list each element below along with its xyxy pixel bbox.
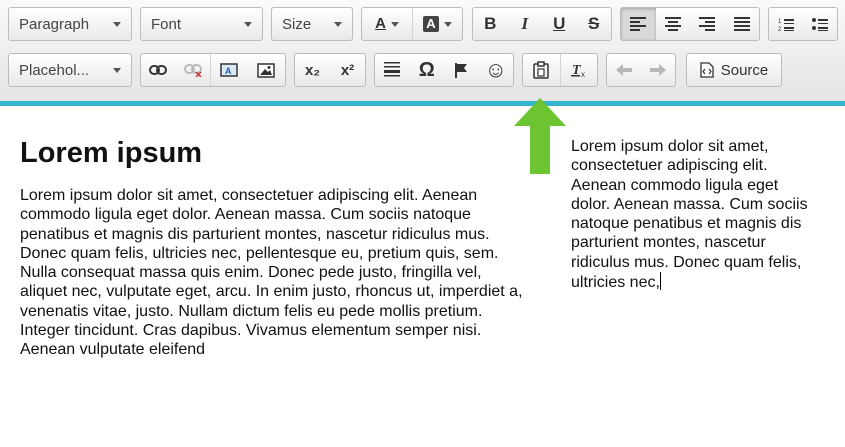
placeholder-label: Placehol... [19, 61, 90, 79]
unlink-button[interactable] [176, 54, 211, 86]
bulleted-list-button[interactable] [803, 8, 837, 40]
paragraph-format-label: Paragraph [19, 15, 90, 33]
image-button[interactable] [248, 54, 285, 86]
redo-button[interactable] [641, 54, 675, 86]
chevron-down-icon [443, 21, 452, 27]
svg-text:2: 2 [778, 27, 782, 32]
flag-button[interactable] [444, 54, 479, 86]
text-color-icon: A [375, 15, 386, 32]
align-center-icon [664, 17, 681, 31]
chevron-down-icon [113, 21, 121, 27]
bulleted-list-icon [812, 17, 828, 31]
paste-button[interactable] [523, 54, 560, 86]
link-icon [149, 65, 168, 75]
special-character-button[interactable]: Ω [410, 54, 445, 86]
svg-text:1: 1 [778, 19, 782, 25]
basic-styles-group: B I U S [472, 7, 612, 41]
align-left-button[interactable] [621, 8, 656, 40]
special-group: Ω ☺ [374, 53, 514, 87]
remove-format-button[interactable]: Tx [559, 54, 597, 86]
remove-format-icon: Tx [570, 63, 585, 78]
color-group: A A [361, 7, 463, 41]
numbered-list-icon: 12 [778, 18, 794, 32]
editor-toolbar: Paragraph Font Size A A B I U S 1 2 Plac… [0, 0, 845, 106]
source-document-icon [700, 62, 714, 78]
paragraph-format-dropdown[interactable]: Paragraph [8, 7, 132, 41]
background-color-icon: A [423, 16, 439, 32]
list-group: 12 [768, 7, 838, 41]
align-right-button[interactable] [690, 8, 725, 40]
size-label: Size [282, 15, 312, 33]
horizontal-line-button[interactable] [375, 54, 410, 86]
flag-icon [455, 62, 468, 78]
placeholder-dropdown[interactable]: Placehol... [8, 53, 132, 87]
pasted-paragraph: Lorem ipsum dolor sit amet, consectetuer… [571, 137, 821, 292]
redo-icon [650, 64, 666, 76]
underline-button[interactable]: U [542, 8, 577, 40]
svg-text:x: x [581, 70, 585, 78]
align-justify-icon [733, 17, 750, 31]
pasted-text: Lorem ipsum dolor sit amet, consectetuer… [571, 138, 808, 292]
strikethrough-button[interactable]: S [577, 8, 612, 40]
source-button[interactable]: Source [687, 54, 781, 86]
bold-button[interactable]: B [473, 8, 508, 40]
image-icon [257, 62, 275, 78]
unlink-icon [183, 64, 202, 77]
font-label: Font [151, 15, 182, 33]
undo-button[interactable] [607, 54, 641, 86]
text-color-button[interactable]: A [362, 8, 412, 40]
chevron-down-icon [334, 21, 342, 27]
paste-icon [533, 61, 550, 79]
insert-group: A [140, 53, 286, 87]
size-dropdown[interactable]: Size [271, 7, 353, 41]
horizontal-line-icon [384, 62, 401, 77]
source-label: Source [720, 61, 769, 79]
align-center-button[interactable] [656, 8, 691, 40]
align-left-icon [630, 17, 647, 31]
numbered-list-button[interactable]: 12 [769, 8, 803, 40]
body-paragraph: Lorem ipsum dolor sit amet, consectetuer… [20, 187, 523, 359]
chevron-down-icon [390, 21, 399, 27]
anchor-field-icon: A [220, 63, 239, 77]
text-cursor [659, 272, 661, 291]
anchor-button[interactable]: A [210, 54, 247, 86]
chevron-down-icon [244, 21, 252, 27]
alignment-group [620, 7, 760, 41]
chevron-down-icon [113, 67, 121, 73]
background-color-button[interactable]: A [411, 8, 462, 40]
subscript-button[interactable]: x₂ [295, 54, 330, 86]
align-right-icon [699, 17, 716, 31]
superscript-button[interactable]: x² [330, 54, 365, 86]
align-justify-button[interactable] [725, 8, 760, 40]
clipboard-group: Tx [522, 53, 598, 87]
page-heading: Lorem ipsum [20, 137, 203, 169]
history-group [606, 53, 676, 87]
script-group: x₂ x² [294, 53, 366, 87]
font-dropdown[interactable]: Font [140, 7, 263, 41]
link-button[interactable] [141, 54, 176, 86]
smiley-button[interactable]: ☺ [479, 54, 514, 86]
editor-content-area[interactable]: Lorem ipsum Lorem ipsum dolor sit amet, … [0, 106, 845, 447]
svg-text:A: A [225, 66, 232, 76]
undo-icon [616, 64, 632, 76]
source-group: Source [686, 53, 782, 87]
italic-button[interactable]: I [508, 8, 543, 40]
